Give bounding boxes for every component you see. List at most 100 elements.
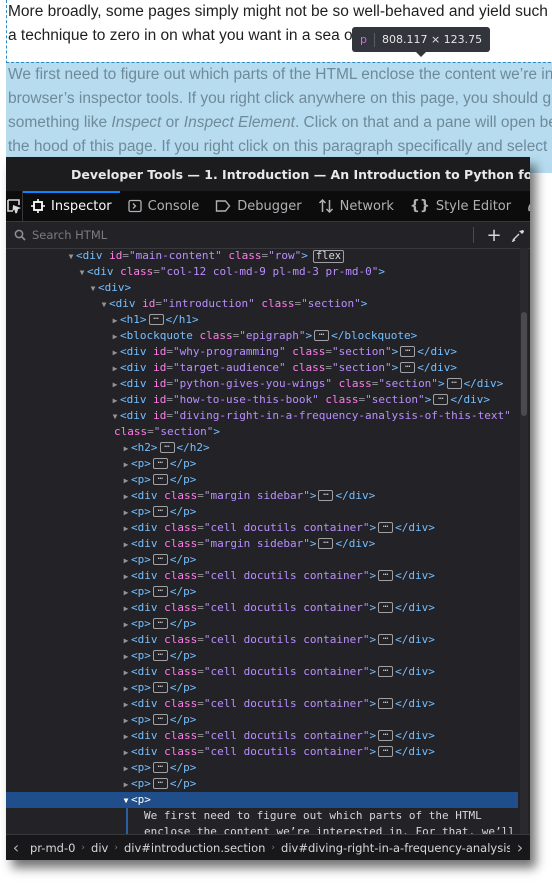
tree-node[interactable]: ▶ <p>… </p> (6, 776, 518, 792)
expand-triangle-closed-icon[interactable]: ▶ (121, 713, 131, 729)
collapsed-children-ellipsis[interactable]: … (378, 520, 394, 533)
tree-node[interactable]: ▼ <div id="main-content" class="row"> flex (6, 248, 518, 264)
collapsed-children-ellipsis[interactable]: … (152, 456, 168, 469)
expand-triangle-closed-icon[interactable]: ▶ (110, 329, 120, 345)
expand-triangle-closed-icon[interactable]: ▶ (121, 777, 131, 793)
selected-node[interactable]: ▼ <p> (6, 792, 518, 808)
tree-node[interactable]: ▼ <div id="introduction" class="section"> (6, 296, 518, 312)
expand-triangle-closed-icon[interactable]: ▶ (121, 601, 131, 617)
expand-triangle-closed-icon[interactable]: ▶ (121, 681, 131, 697)
expand-triangle-closed-icon[interactable]: ▶ (110, 361, 120, 377)
expand-triangle-closed-icon[interactable]: ▶ (121, 489, 131, 505)
expand-triangle-open-icon[interactable]: ▼ (77, 265, 87, 281)
tree-node[interactable]: ▼ <div> (6, 280, 518, 296)
tree-node[interactable]: ▶ <p>… </p> (6, 504, 518, 520)
breadcrumb-item[interactable]: div (87, 841, 112, 855)
collapsed-children-ellipsis[interactable]: … (378, 664, 394, 677)
expand-triangle-closed-icon[interactable]: ▶ (121, 569, 131, 585)
collapsed-children-ellipsis[interactable]: … (152, 760, 168, 773)
tree-node[interactable]: ▶ <div class="cell docutils container">… <… (6, 632, 518, 648)
collapsed-children-ellipsis[interactable]: … (152, 616, 168, 629)
expand-triangle-open-icon[interactable]: ▼ (88, 281, 98, 297)
breadcrumb-item[interactable]: div#diving-right-in-a-frequency-analysis… (277, 841, 510, 855)
tree-node[interactable]: ▶ <div class="cell docutils container">… <… (6, 696, 518, 712)
expand-triangle-closed-icon[interactable]: ▶ (121, 537, 131, 553)
expand-triangle-closed-icon[interactable]: ▶ (110, 377, 120, 393)
collapsed-children-ellipsis[interactable]: … (446, 376, 462, 389)
tab-p[interactable]: P (519, 191, 530, 221)
expand-triangle-closed-icon[interactable]: ▶ (121, 505, 131, 521)
flex-badge[interactable]: flex (312, 250, 345, 263)
collapsed-children-ellipsis[interactable]: … (318, 536, 334, 549)
expand-triangle-closed-icon[interactable]: ▶ (121, 633, 131, 649)
tree-node[interactable]: ▶ <p>… </p> (6, 472, 518, 488)
expand-triangle-closed-icon[interactable]: ▶ (110, 393, 120, 409)
collapsed-children-ellipsis[interactable]: … (152, 552, 168, 565)
tab-inspector[interactable]: Inspector (23, 191, 120, 221)
tree-node[interactable]: ▶ <div class="cell docutils container">… <… (6, 600, 518, 616)
tree-node[interactable]: ▶ <div id="how-to-use-this-book" class="s… (6, 392, 518, 408)
tree-node[interactable]: ▶ <blockquote class="epigraph">… </blockqu… (6, 328, 518, 344)
window-titlebar[interactable]: Developer Tools — 1. Introduction — An I… (6, 157, 530, 191)
collapsed-children-ellipsis[interactable]: … (318, 488, 334, 501)
tree-node[interactable]: ▶ <p>… </p> (6, 760, 518, 776)
breadcrumb-scroll-right-button[interactable]: › (510, 838, 530, 857)
collapsed-children-ellipsis[interactable]: … (378, 728, 394, 741)
breadcrumb-scroll-left-button[interactable]: ‹ (6, 838, 26, 857)
tab-debugger[interactable]: Debugger (207, 191, 309, 221)
collapsed-children-ellipsis[interactable]: … (400, 360, 416, 373)
collapsed-children-ellipsis[interactable]: … (148, 312, 164, 325)
collapsed-children-ellipsis[interactable]: … (378, 696, 394, 709)
tree-node[interactable]: ▼ <div id="diving-right-in-a-frequency-an… (6, 408, 518, 424)
collapsed-children-ellipsis[interactable]: … (314, 328, 330, 341)
expand-triangle-open-icon[interactable]: ▼ (66, 249, 76, 265)
expand-triangle-closed-icon[interactable]: ▶ (121, 585, 131, 601)
element-picker-button[interactable] (6, 191, 23, 221)
tree-node[interactable]: ▶ <div class="cell docutils container">… <… (6, 664, 518, 680)
tree-node[interactable]: ▶ <div class="cell docutils container">… <… (6, 520, 518, 536)
tree-node[interactable]: ▶ <p>… </p> (6, 616, 518, 632)
expand-triangle-closed-icon[interactable]: ▶ (121, 761, 131, 777)
expand-triangle-closed-icon[interactable]: ▶ (121, 617, 131, 633)
expand-triangle-closed-icon[interactable]: ▶ (121, 457, 131, 473)
search-html-input[interactable] (30, 227, 473, 243)
collapsed-children-ellipsis[interactable]: … (378, 568, 394, 581)
tree-node[interactable]: ▶ <p>… </p> (6, 552, 518, 568)
tree-node[interactable]: ▶ <p>… </p> (6, 712, 518, 728)
tree-node[interactable]: ▶ <div class="cell docutils container">… <… (6, 744, 518, 760)
tree-node[interactable]: ▼ <div class="col-12 col-md-9 pl-md-3 pr-… (6, 264, 518, 280)
collapsed-children-ellipsis[interactable]: … (378, 600, 394, 613)
collapsed-children-ellipsis[interactable]: … (152, 504, 168, 517)
tree-node[interactable]: ▶ <div class="cell docutils container">… <… (6, 728, 518, 744)
collapsed-children-ellipsis[interactable]: … (433, 392, 449, 405)
expand-triangle-closed-icon[interactable]: ▶ (110, 313, 120, 329)
tree-node[interactable]: ▶ <div id="target-audience" class="sectio… (6, 360, 518, 376)
expand-triangle-open-icon[interactable]: ▼ (99, 297, 109, 313)
collapsed-children-ellipsis[interactable]: … (152, 648, 168, 661)
collapsed-children-ellipsis[interactable]: … (159, 440, 175, 453)
tree-node[interactable]: ▶ <div class="margin sidebar">… </div> (6, 536, 518, 552)
breadcrumb-item[interactable]: div#introduction.section (120, 841, 269, 855)
collapsed-children-ellipsis[interactable]: … (152, 712, 168, 725)
tree-node[interactable]: ▶ <p>… </p> (6, 456, 518, 472)
tree-node[interactable]: ▶ <div class="margin sidebar">… </div> (6, 488, 518, 504)
collapsed-children-ellipsis[interactable]: … (400, 344, 416, 357)
tree-node[interactable]: ▶ <div id="python-gives-you-wings" class=… (6, 376, 518, 392)
tree-node[interactable]: ▶ <div class="cell docutils container">… <… (6, 568, 518, 584)
tree-node[interactable]: ▶ <p>… </p> (6, 680, 518, 696)
tab-style-editor[interactable]: {} Style Editor (402, 191, 519, 221)
breadcrumb-item[interactable]: pr-md-0 (26, 841, 79, 855)
expand-triangle-closed-icon[interactable]: ▶ (110, 345, 120, 361)
tab-console[interactable]: Console (120, 191, 208, 221)
markup-scrollbar[interactable] (520, 248, 528, 835)
collapsed-children-ellipsis[interactable]: … (152, 472, 168, 485)
collapsed-children-ellipsis[interactable]: … (152, 776, 168, 789)
expand-triangle-closed-icon[interactable]: ▶ (121, 441, 131, 457)
expand-triangle-closed-icon[interactable]: ▶ (121, 649, 131, 665)
eyedropper-button[interactable] (506, 228, 530, 242)
collapsed-children-ellipsis[interactable]: … (378, 632, 394, 645)
collapsed-children-ellipsis[interactable]: … (378, 744, 394, 757)
collapsed-children-ellipsis[interactable]: … (152, 584, 168, 597)
expand-triangle-closed-icon[interactable]: ▶ (121, 697, 131, 713)
tree-node[interactable]: ▶ <h2>… </h2> (6, 440, 518, 456)
